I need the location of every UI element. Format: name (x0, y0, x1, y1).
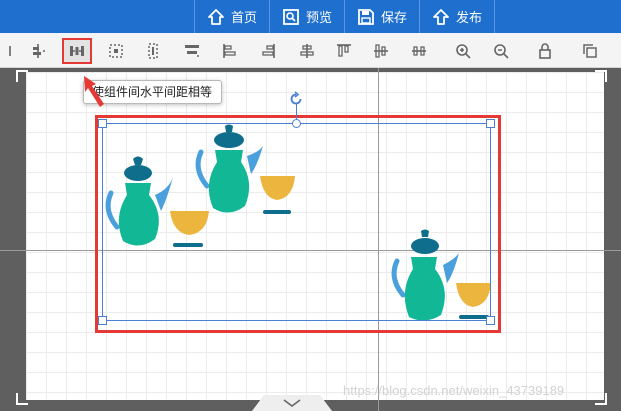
canvas-corner-top-left (16, 70, 28, 82)
resize-handle-top-right[interactable] (486, 119, 495, 128)
selection-box[interactable] (102, 123, 491, 321)
zoom-in-icon[interactable] (448, 38, 478, 64)
distribute-vertical-icon[interactable] (404, 38, 434, 64)
canvas-corner-bottom-left (16, 393, 28, 405)
publish-label: 发布 (456, 10, 483, 25)
canvas-corner-bottom-right (595, 393, 607, 405)
align-center-vertical-icon[interactable] (292, 38, 322, 64)
canvas-corner-top-right (595, 70, 607, 82)
align-top-edge-icon[interactable] (329, 38, 359, 64)
partial-tool-icon[interactable] (0, 38, 22, 64)
lock-icon[interactable] (530, 38, 560, 64)
save-label: 保存 (381, 10, 408, 25)
top-nav: 首页 预览 保存 发布 (194, 0, 496, 33)
home-button[interactable]: 首页 (194, 0, 269, 33)
red-arrow-icon (84, 76, 104, 107)
resize-handle-top-left[interactable] (98, 119, 107, 128)
watermark: https://blog.csdn.net/weixin_43739189 (343, 383, 565, 398)
align-right-icon[interactable] (253, 38, 283, 64)
collapse-panel-button[interactable] (252, 393, 332, 411)
preview-label: 预览 (306, 10, 333, 25)
save-button[interactable]: 保存 (344, 0, 419, 33)
ungroup-icon[interactable] (138, 38, 168, 64)
rotate-icon[interactable] (288, 91, 304, 107)
toolbar (0, 33, 621, 68)
group-icon[interactable] (101, 38, 131, 64)
top-header: 首页 预览 保存 发布 (0, 0, 621, 33)
align-left-icon[interactable] (215, 38, 245, 64)
align-top-icon[interactable] (177, 38, 207, 64)
resize-handle-bottom-right[interactable] (486, 316, 495, 325)
resize-handle-bottom-left[interactable] (98, 316, 107, 325)
preview-icon (282, 8, 300, 26)
publish-button[interactable]: 发布 (419, 0, 496, 33)
save-icon (357, 8, 375, 26)
preview-button[interactable]: 预览 (269, 0, 344, 33)
zoom-out-icon[interactable] (486, 38, 516, 64)
copy-icon[interactable] (575, 38, 605, 64)
home-icon (207, 8, 225, 26)
home-label: 首页 (231, 10, 258, 25)
publish-icon (432, 8, 450, 26)
align-top-spacing-icon[interactable] (23, 38, 53, 64)
editor-page: 首页 预览 保存 发布 使组件间水平间距相等 https://blog.csdn… (0, 0, 621, 411)
distribute-horizontal-spacing-icon[interactable] (62, 38, 92, 64)
align-middle-icon[interactable] (366, 38, 396, 64)
rotation-handle[interactable] (292, 119, 301, 128)
